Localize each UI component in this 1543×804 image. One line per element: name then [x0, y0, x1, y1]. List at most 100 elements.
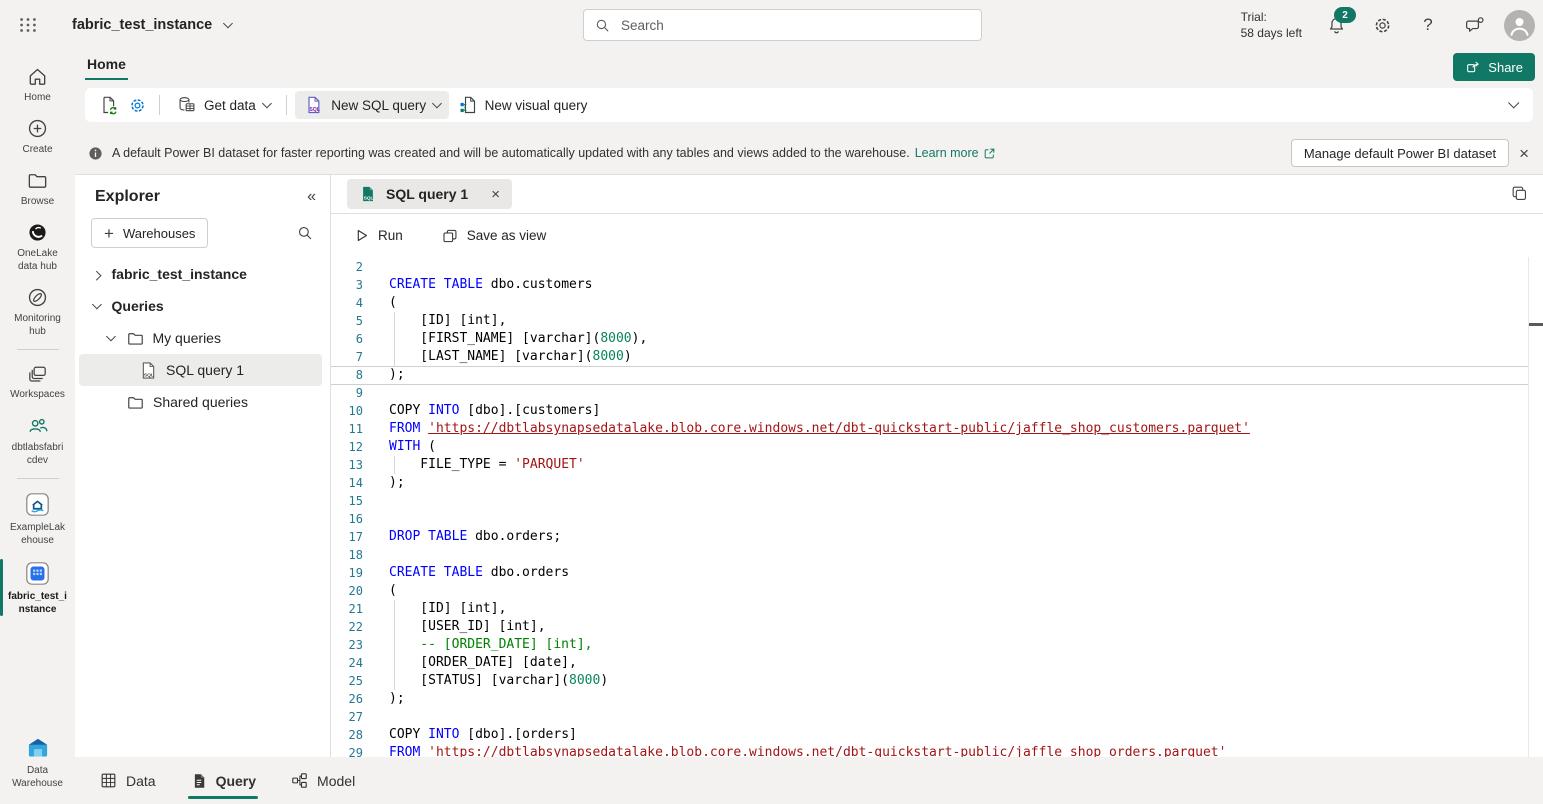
- code-line-15[interactable]: 15: [331, 492, 1543, 510]
- query-tab[interactable]: SQL SQL query 1 ×: [347, 179, 512, 209]
- tree-item-label: Queries: [112, 298, 164, 314]
- external-link-icon: [983, 147, 996, 160]
- share-button[interactable]: Share: [1453, 53, 1535, 81]
- new-sql-query-button[interactable]: SQL New SQL query: [295, 91, 448, 119]
- rail-item-examplelakehouse[interactable]: ExampleLakehouse: [0, 484, 75, 553]
- notifications-button[interactable]: 2: [1320, 9, 1352, 41]
- rail-divider: [17, 349, 59, 350]
- code-line-7[interactable]: 7 [LAST_NAME] [varchar](8000): [331, 348, 1543, 366]
- rail-item-dbtlabsfabricdev[interactable]: dbtlabsfabricdev: [0, 407, 75, 473]
- chevron-right-icon[interactable]: [92, 271, 101, 280]
- warehouse-settings-button[interactable]: [123, 91, 151, 119]
- line-number: 17: [331, 528, 363, 546]
- code-line-10[interactable]: 10COPY INTO [dbo].[customers]: [331, 402, 1543, 420]
- banner-close-icon[interactable]: ×: [1519, 145, 1529, 162]
- settings-button[interactable]: [1366, 9, 1398, 41]
- tree-item-fabric-test-instance[interactable]: fabric_test_instance: [79, 258, 322, 290]
- chevron-down-icon[interactable]: [106, 331, 115, 340]
- rail-item-workspaces[interactable]: Workspaces: [0, 355, 75, 407]
- manage-dataset-button[interactable]: Manage default Power BI dataset: [1291, 139, 1509, 167]
- save-as-view-button[interactable]: Save as view: [435, 226, 553, 246]
- run-button[interactable]: Run: [347, 226, 409, 245]
- rail-item-create[interactable]: Create: [0, 110, 75, 162]
- chevron-down-icon[interactable]: [92, 299, 101, 308]
- code-text: FILE_TYPE = 'PARQUET': [389, 456, 585, 474]
- query-doc-icon: [190, 772, 208, 790]
- code-text: [USER_ID] [int],: [389, 618, 546, 636]
- tree-item-label: Shared queries: [153, 394, 248, 410]
- code-line-8[interactable]: 8);: [331, 366, 1543, 384]
- new-visual-query-button[interactable]: New visual query: [449, 91, 597, 119]
- help-button[interactable]: ?: [1412, 9, 1444, 41]
- gear-icon: [1372, 15, 1393, 36]
- add-warehouses-button[interactable]: + Warehouses: [91, 218, 208, 248]
- code-text: );: [389, 690, 405, 708]
- code-line-12[interactable]: 12WITH (: [331, 438, 1543, 456]
- rail-item-onelake-data-hub[interactable]: OneLakedata hub: [0, 214, 75, 279]
- sql-doc-gray-icon: SQL: [139, 361, 158, 380]
- copy-icon[interactable]: [1510, 184, 1529, 203]
- code-line-22[interactable]: 22 [USER_ID] [int],: [331, 618, 1543, 636]
- code-text: WITH (: [389, 438, 436, 456]
- code-line-18[interactable]: 18: [331, 546, 1543, 564]
- code-line-2[interactable]: 2: [331, 258, 1543, 276]
- rail-item-label: Browse: [21, 195, 54, 208]
- code-line-19[interactable]: 19CREATE TABLE dbo.orders: [331, 564, 1543, 582]
- code-line-3[interactable]: 3CREATE TABLE dbo.customers: [331, 276, 1543, 294]
- code-text: [ID] [int],: [389, 600, 506, 618]
- tab-home[interactable]: Home: [85, 52, 128, 80]
- collapse-panel-icon[interactable]: «: [307, 188, 316, 206]
- code-line-25[interactable]: 25 [STATUS] [varchar](8000): [331, 672, 1543, 690]
- explorer-search-icon[interactable]: [296, 224, 314, 242]
- line-number: 5: [331, 312, 363, 330]
- sql-code-editor[interactable]: 23CREATE TABLE dbo.customers4(5 [ID] [in…: [331, 257, 1543, 757]
- feedback-button[interactable]: [1458, 9, 1490, 41]
- line-number: 6: [331, 330, 363, 348]
- code-line-24[interactable]: 24 [ORDER_DATE] [date],: [331, 654, 1543, 672]
- code-line-14[interactable]: 14);: [331, 474, 1543, 492]
- code-line-26[interactable]: 26);: [331, 690, 1543, 708]
- code-line-17[interactable]: 17 DROP TABLE dbo.orders;: [331, 528, 1543, 546]
- code-text: DROP TABLE dbo.orders;: [389, 528, 561, 546]
- code-line-20[interactable]: 20(: [331, 582, 1543, 600]
- global-search[interactable]: [583, 9, 982, 41]
- code-line-4[interactable]: 4(: [331, 294, 1543, 312]
- help-icon: ?: [1423, 15, 1432, 35]
- learn-more-link[interactable]: Learn more: [915, 146, 996, 160]
- tree-item-queries[interactable]: Queries: [79, 290, 322, 322]
- ribbon-collapse-button[interactable]: [1509, 96, 1517, 114]
- code-line-6[interactable]: 6 [FIRST_NAME] [varchar](8000),: [331, 330, 1543, 348]
- search-input[interactable]: [619, 17, 923, 34]
- avatar[interactable]: [1504, 10, 1535, 41]
- tree-item-my-queries[interactable]: My queries: [79, 322, 322, 354]
- rail-item-label: OneLakedata hub: [17, 247, 58, 273]
- rail-item-monitoring-hub[interactable]: Monitoringhub: [0, 279, 75, 344]
- bottom-tab-model[interactable]: Model: [288, 761, 357, 801]
- bottom-tab-query[interactable]: Query: [188, 761, 258, 801]
- code-line-21[interactable]: 21 [ID] [int],: [331, 600, 1543, 618]
- close-tab-icon[interactable]: ×: [491, 186, 500, 203]
- code-line-9[interactable]: 9: [331, 384, 1543, 402]
- get-data-button[interactable]: Get data: [168, 91, 278, 119]
- code-line-29[interactable]: 29FROM 'https://dbtlabsynapsedatalake.bl…: [331, 744, 1543, 757]
- tree-item-sql-query-1[interactable]: SQLSQL query 1: [79, 354, 322, 386]
- bottom-tab-data[interactable]: Data: [97, 761, 158, 801]
- line-number: 29: [331, 744, 363, 757]
- code-line-11[interactable]: 11FROM 'https://dbtlabsynapsedatalake.bl…: [331, 420, 1543, 438]
- rail-item-data-warehouse[interactable]: DataWarehouse: [0, 728, 75, 796]
- code-line-23[interactable]: 23 -- [ORDER_DATE] [int],: [331, 636, 1543, 654]
- code-line-27[interactable]: 27: [331, 708, 1543, 726]
- workspace-title-dropdown[interactable]: fabric_test_instance: [72, 17, 231, 33]
- refresh-report-button[interactable]: [95, 91, 123, 119]
- rail-item-home[interactable]: Home: [0, 58, 75, 110]
- line-number: 19: [331, 564, 363, 582]
- tree-item-shared-queries[interactable]: Shared queries: [79, 386, 322, 418]
- code-line-13[interactable]: 13 FILE_TYPE = 'PARQUET': [331, 456, 1543, 474]
- app-launcher-icon[interactable]: [6, 3, 50, 47]
- code-line-28[interactable]: 28COPY INTO [dbo].[orders]: [331, 726, 1543, 744]
- code-text: COPY INTO [dbo].[orders]: [389, 726, 577, 744]
- rail-item-browse[interactable]: Browse: [0, 162, 75, 214]
- rail-item-fabric-test-instance[interactable]: fabric_test_instance: [0, 553, 75, 622]
- code-line-5[interactable]: 5 [ID] [int],: [331, 312, 1543, 330]
- code-line-16[interactable]: 16: [331, 510, 1543, 528]
